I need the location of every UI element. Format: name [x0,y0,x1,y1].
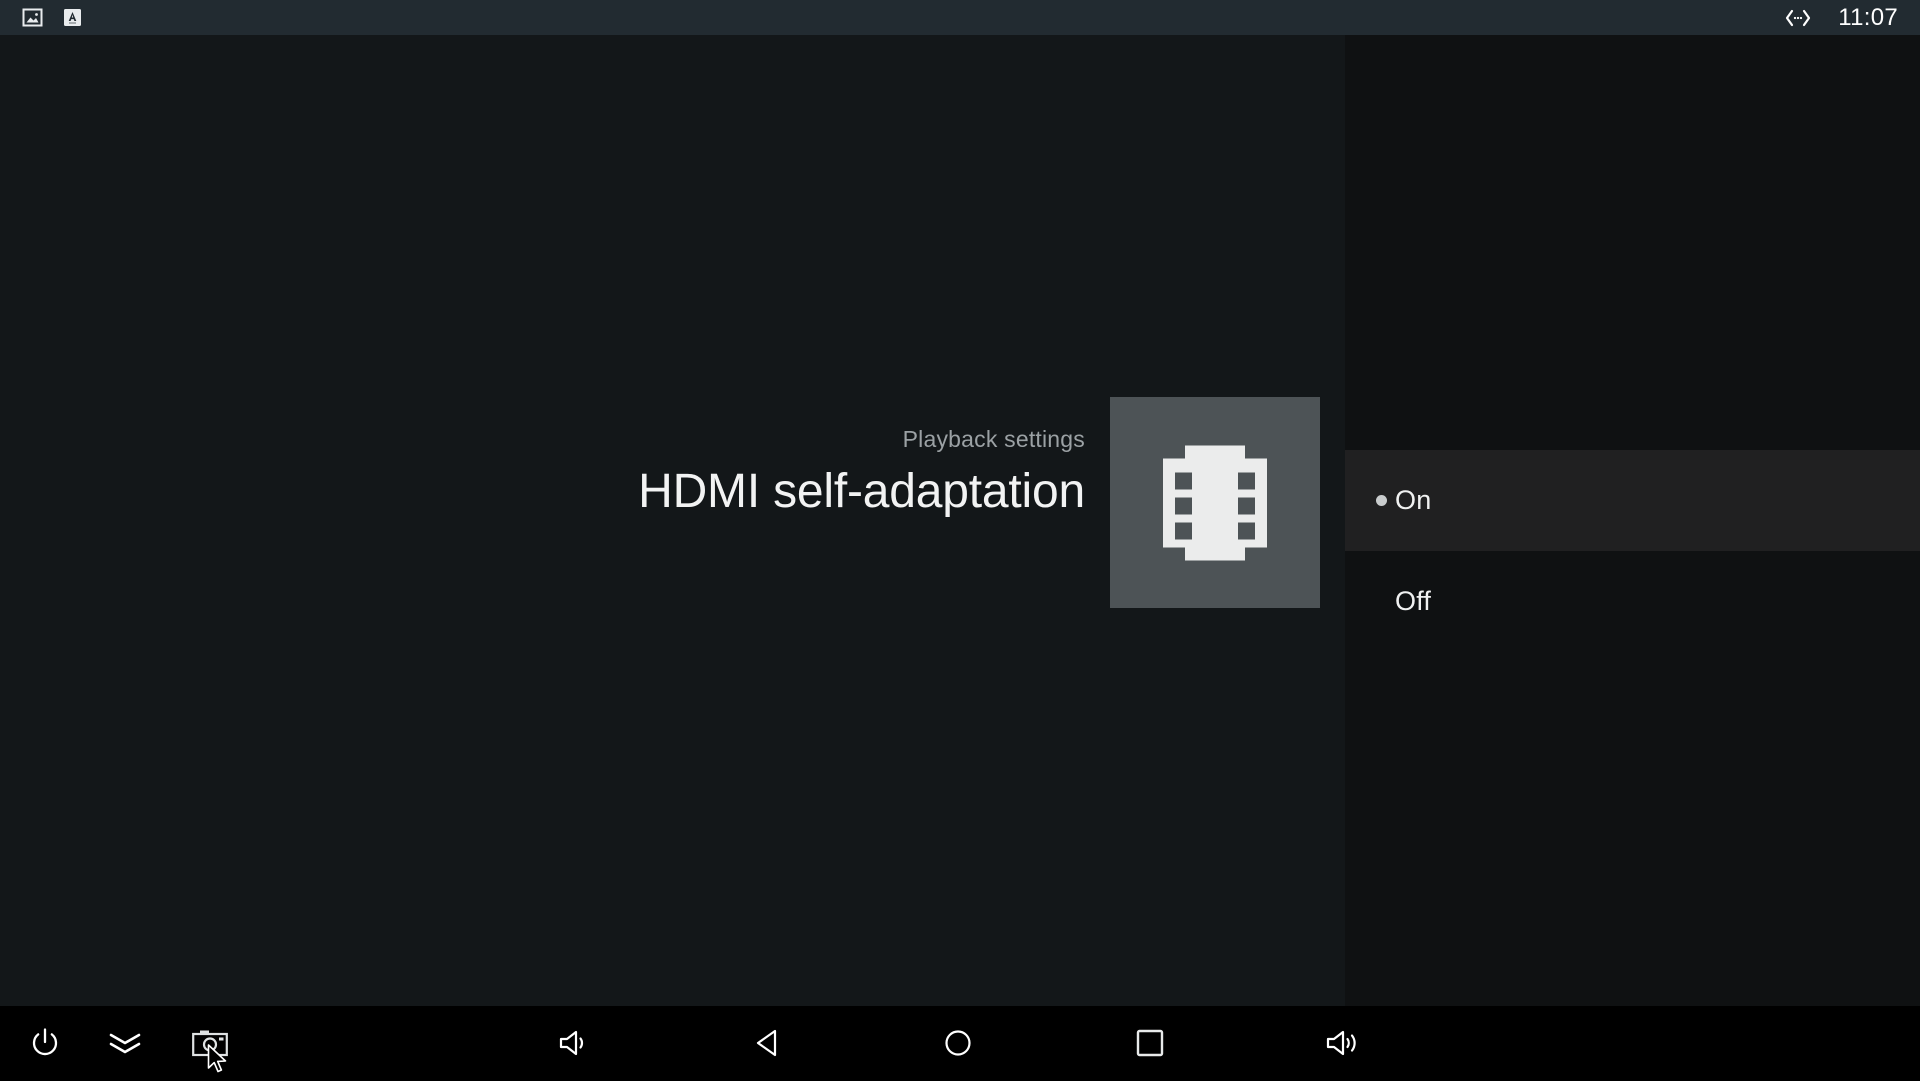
volume-high-icon [1325,1027,1365,1059]
option-row-off[interactable]: Off [1345,551,1920,652]
power-button[interactable] [8,1006,82,1080]
image-icon [22,7,43,28]
navigation-bar [0,1006,1920,1080]
setting-icon-tile [1110,397,1320,608]
option-label-off: Off [1395,586,1432,616]
screenshot-button[interactable] [173,1006,247,1080]
power-icon [28,1026,62,1060]
camera-icon [191,1027,229,1059]
home-circle-icon [942,1027,974,1059]
recents-square-icon [1135,1028,1165,1058]
radio-slot [1345,596,1395,607]
collapse-button[interactable] [88,1006,162,1080]
back-button[interactable] [731,1006,805,1080]
double-chevron-down-icon [106,1029,144,1057]
radio-slot [1345,495,1395,506]
option-label-on: On [1395,485,1432,515]
letter-a-icon [62,7,83,28]
status-bar-right: 11:07 [1784,3,1898,31]
volume-low-icon [557,1027,593,1059]
back-triangle-icon [752,1027,784,1059]
status-bar: 11:07 [0,0,1920,35]
recents-button[interactable] [1113,1006,1187,1080]
ethernet-icon [1784,7,1812,29]
main-stage: Playback settings HDMI self-adaptation [0,35,1345,1006]
radio-selected-icon [1376,495,1387,506]
options-panel: On Off [1345,35,1920,1006]
page-title: HDMI self-adaptation [638,465,1085,518]
option-row-on[interactable]: On [1345,450,1920,551]
breadcrumb: Playback settings [902,426,1085,452]
volume-down-button[interactable] [538,1006,612,1080]
volume-up-button[interactable] [1308,1006,1382,1080]
home-button[interactable] [921,1006,995,1080]
status-bar-notifications [22,7,83,28]
status-bar-clock: 11:07 [1838,3,1898,31]
screen-root: 11:07 Playback settings HDMI self-adapta… [0,0,1920,1080]
